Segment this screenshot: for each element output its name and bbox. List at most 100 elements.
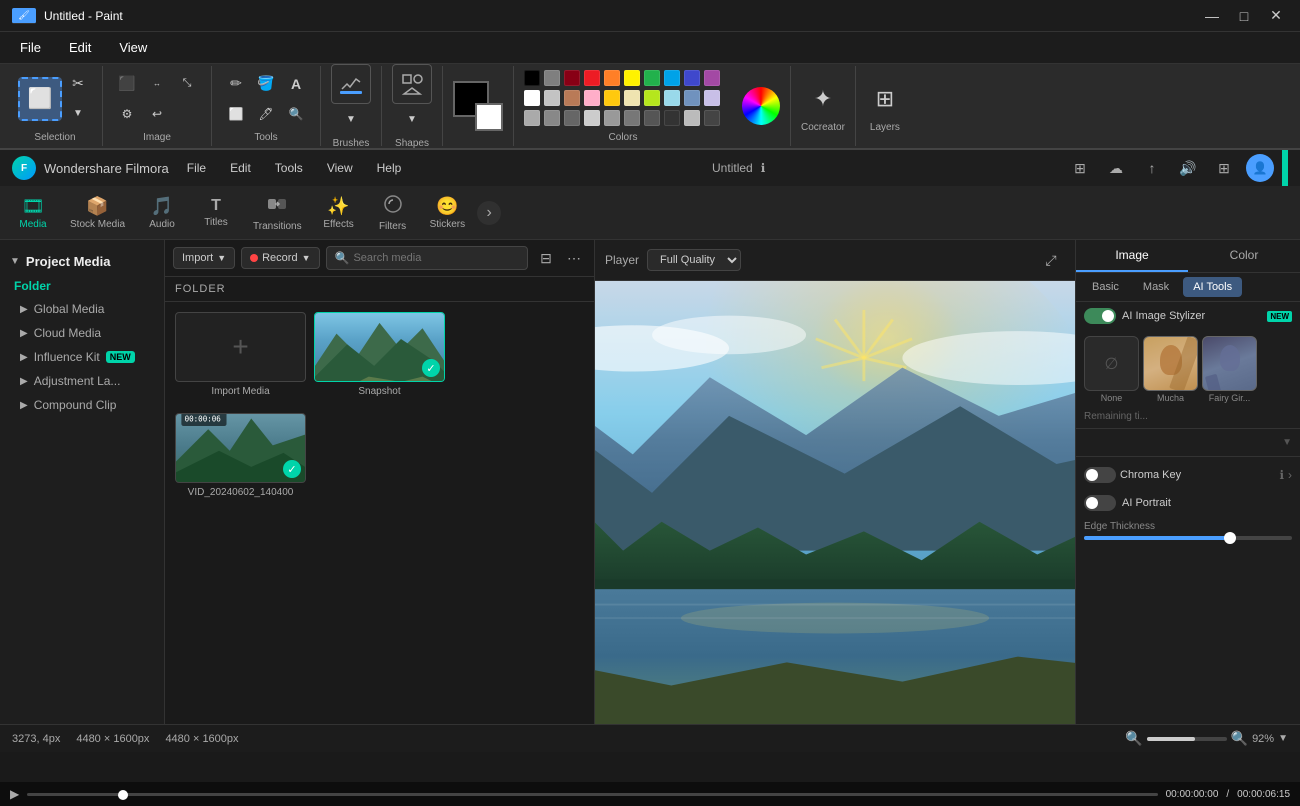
swatch-gray1[interactable] [544,70,560,86]
style-fairy-thumb[interactable] [1202,336,1257,391]
tool-stock-media[interactable]: 📦 Stock Media [62,192,133,234]
sub-tab-basic[interactable]: Basic [1082,277,1129,297]
swatch-lightyellow[interactable] [624,90,640,106]
tool-transitions[interactable]: Transitions [245,190,310,236]
video-item[interactable]: 00:00:06 ✓ VID_20240602_140400 [175,413,306,498]
nav-edit[interactable]: Edit [220,157,261,179]
style-none[interactable]: ∅ None [1084,336,1139,403]
slider-thumb[interactable] [1224,532,1236,544]
swatch-r3-3[interactable] [564,110,580,126]
color-picker-tool[interactable]: 🖊 [252,100,280,128]
sound-icon[interactable]: 🔊 [1174,154,1202,182]
quality-select[interactable]: Full Quality [647,249,741,271]
swatch-blue[interactable] [684,70,700,86]
layers-icon[interactable]: ⊞ [866,80,904,118]
sidebar-adjustment-layer[interactable]: ▶ Adjustment La... [0,369,164,393]
zoom-out-icon[interactable]: 🔍 [1125,730,1142,747]
swatch-r3-8[interactable] [664,110,680,126]
zoom-dropdown-icon[interactable]: ▼ [1278,733,1288,744]
style-none-thumb[interactable]: ∅ [1084,336,1139,391]
swatch-gray2[interactable] [544,90,560,106]
swatch-r3-7[interactable] [644,110,660,126]
swatch-black[interactable] [524,70,540,86]
edge-thickness-slider[interactable] [1084,536,1292,540]
ai-portrait-toggle[interactable] [1084,495,1116,511]
swatch-r3-10[interactable] [704,110,720,126]
video-thumb[interactable]: 00:00:06 ✓ [175,413,306,483]
shape-selector[interactable] [392,64,432,104]
swatch-lightgreen[interactable] [644,90,660,106]
brush-selector[interactable] [331,64,371,104]
layout-icon[interactable]: ⊞ [1066,154,1094,182]
preview-expand-icon[interactable]: ⤢ [1037,246,1065,274]
record-button[interactable]: Record ▼ [241,247,319,269]
zoom-slider[interactable] [1147,737,1227,741]
style-mucha[interactable]: Mucha [1143,336,1198,403]
snapshot-item[interactable]: ✓ Snapshot [314,312,445,397]
swatch-teal[interactable] [664,70,680,86]
tab-image[interactable]: Image [1076,240,1188,272]
search-input[interactable] [353,252,519,264]
tool-stickers[interactable]: 😊 Stickers [422,192,474,234]
menu-view[interactable]: View [107,36,159,59]
swatch-r3-1[interactable] [524,110,540,126]
snapshot-thumb[interactable]: ✓ [314,312,445,382]
image-effects[interactable]: ⚙ [113,100,141,128]
cocreator-icon[interactable]: ✦ [804,80,842,118]
tool-media[interactable]: 🎞 Media [8,192,58,234]
sidebar-project-media-header[interactable]: ▼ Project Media [0,248,164,275]
brush-dropdown[interactable]: ▼ [331,106,371,134]
resize-tool[interactable]: ↔ [143,70,171,98]
swatch-r3-4[interactable] [584,110,600,126]
selection-free[interactable]: ✂ [64,70,92,98]
style-fairy[interactable]: Fairy Gir... [1202,336,1257,403]
swatch-yellow[interactable] [624,70,640,86]
sub-tab-mask[interactable]: Mask [1133,277,1179,297]
pencil-tool[interactable]: ✏ [222,70,250,98]
tool-effects[interactable]: ✨ Effects [314,192,364,234]
menu-file[interactable]: File [8,36,53,59]
swatch-lightorange[interactable] [604,90,620,106]
selection-dropdown[interactable]: ▼ [64,100,92,128]
swatch-r3-6[interactable] [624,110,640,126]
swatch-green[interactable] [644,70,660,86]
nav-help[interactable]: Help [367,157,412,179]
tool-filters[interactable]: Filters [368,190,418,236]
maximize-button[interactable]: □ [1232,4,1256,28]
grid-icon[interactable]: ⊞ [1210,154,1238,182]
swatch-r3-5[interactable] [604,110,620,126]
fill-tool[interactable]: 🪣 [252,70,280,98]
sidebar-compound-clip[interactable]: ▶ Compound Clip [0,393,164,417]
swatch-purple[interactable] [704,70,720,86]
sidebar-cloud-media[interactable]: ▶ Cloud Media [0,321,164,345]
import-media-item[interactable]: + Import Media [175,312,306,397]
color-wheel[interactable] [742,87,780,125]
crop-tool[interactable]: ⬛ [113,70,141,98]
ai-stylizer-toggle[interactable] [1084,308,1116,324]
swatch-cornblue[interactable] [684,90,700,106]
text-tool[interactable]: A [282,70,310,98]
tab-color[interactable]: Color [1188,240,1300,272]
nav-view[interactable]: View [317,157,363,179]
close-button[interactable]: ✕ [1264,4,1288,28]
image-rotate[interactable]: ↩ [143,100,171,128]
swatch-orange[interactable] [604,70,620,86]
chroma-key-toggle[interactable] [1084,467,1116,483]
import-thumb[interactable]: + [175,312,306,382]
eraser-tool[interactable]: ⬜ [222,100,250,128]
style-mucha-thumb[interactable] [1143,336,1198,391]
swatch-lightblue[interactable] [664,90,680,106]
more-action-icon[interactable]: ⋯ [562,246,586,270]
swatch-brown[interactable] [564,90,580,106]
nav-file[interactable]: File [177,157,216,179]
swatch-white[interactable] [524,90,540,106]
chroma-expand-icon[interactable]: › [1288,468,1292,482]
user-avatar[interactable]: 👤 [1246,154,1274,182]
tool-audio[interactable]: 🎵 Audio [137,192,187,234]
project-info-icon[interactable]: ℹ [761,161,766,175]
selection-tool-rect[interactable]: ⬜ [18,77,62,121]
filter-action-icon[interactable]: ⊟ [534,246,558,270]
sub-tab-ai-tools[interactable]: AI Tools [1183,277,1242,297]
image-expand[interactable]: ⤡ [173,70,201,98]
secondary-color[interactable] [475,103,503,131]
